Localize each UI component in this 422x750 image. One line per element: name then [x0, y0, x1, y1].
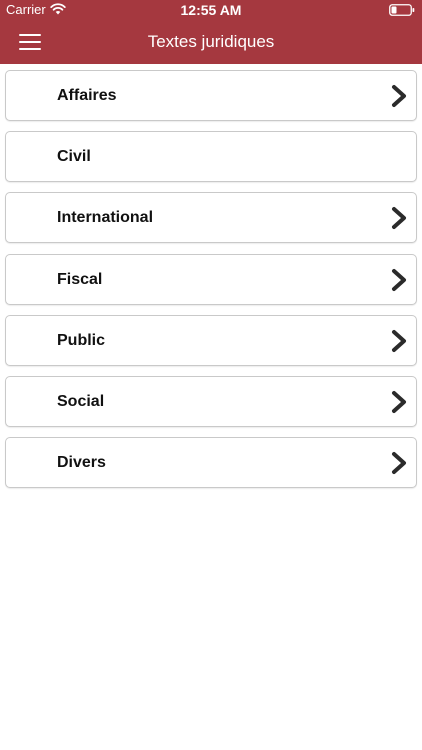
chevron-right-icon [392, 85, 406, 107]
list-item-divers[interactable]: Divers [5, 437, 417, 489]
list-item-label: Divers [57, 454, 106, 472]
category-list: Affaires Civil International Fiscal Publ… [5, 70, 417, 498]
chevron-right-icon [392, 452, 406, 475]
page-title: Textes juridiques [147, 32, 275, 51]
list-item-label: Civil [57, 148, 91, 166]
status-time: 12:55 AM [180, 2, 242, 18]
navigation-bar: Textes juridiques [0, 20, 422, 64]
chevron-right-icon [392, 390, 406, 413]
list-item-label: Public [57, 331, 106, 349]
list-item-social[interactable]: Social [5, 375, 417, 427]
battery-icon [389, 4, 415, 16]
list-item-label: Fiscal [57, 270, 103, 288]
list-item-label: International [57, 209, 154, 227]
list-item-fiscal[interactable]: Fiscal [5, 253, 417, 305]
list-item-civil[interactable]: Civil [5, 131, 417, 183]
chevron-right-icon [392, 329, 406, 352]
chevron-right-icon [392, 207, 406, 230]
list-item-public[interactable]: Public [5, 314, 417, 366]
status-bar: Carrier 12:55 AM [0, 0, 422, 20]
hamburger-menu-icon [19, 48, 41, 50]
hamburger-menu-icon [19, 34, 41, 36]
chevron-right-icon [392, 268, 406, 291]
menu-button[interactable] [16, 29, 46, 55]
list-item-label: Affaires [57, 87, 117, 104]
list-item-affaires[interactable]: Affaires [5, 70, 417, 121]
list-item-international[interactable]: International [5, 192, 417, 244]
list-item-label: Social [57, 392, 105, 410]
hamburger-menu-icon [19, 41, 41, 43]
